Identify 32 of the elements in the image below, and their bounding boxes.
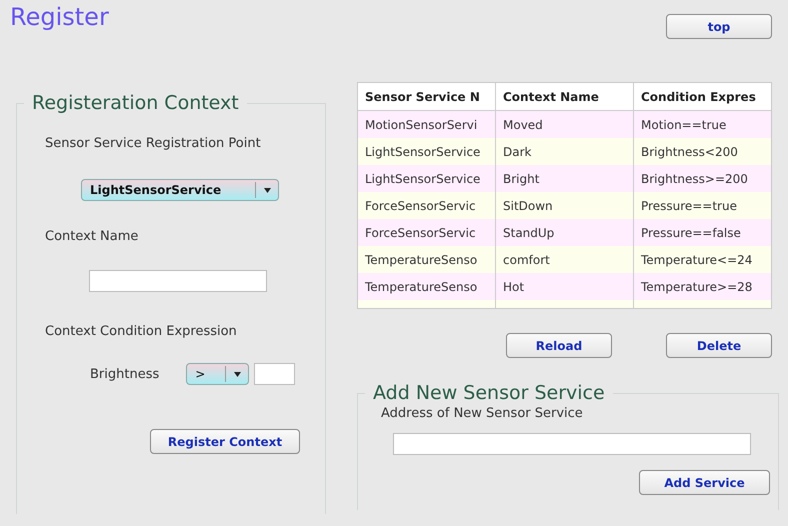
field-label: Brightness: [90, 366, 160, 382]
table-cell-text: Temperature<=24: [640, 252, 754, 268]
field-label: Context Name: [45, 229, 140, 244]
button[interactable]: Delete: [666, 333, 772, 358]
table-cell: Hot: [496, 273, 634, 300]
panel-title: Add New Sensor Service: [372, 382, 606, 404]
panel-title: Registeration Context: [31, 92, 240, 114]
address-field[interactable]: [393, 433, 751, 455]
column-header[interactable]: Context Name: [496, 83, 634, 110]
table-cell-text: Temperature>=28: [640, 278, 754, 296]
caret-icon: [264, 188, 270, 192]
field-label: Sensor Service Registration Point: [45, 136, 262, 151]
caret-icon: [234, 372, 241, 376]
table-cell-text: Motion==true: [640, 116, 728, 134]
button[interactable]: Register Context: [150, 429, 300, 454]
context-name-field[interactable]: [89, 270, 267, 292]
dropdown[interactable]: >: [186, 363, 250, 385]
table-cell-text: Pressure==false: [640, 224, 742, 242]
value-field[interactable]: [254, 363, 296, 385]
table-cell-text: Pressure==true: [640, 198, 738, 214]
table-cell-text: Brightness>=200: [640, 170, 749, 188]
column-header[interactable]: Condition Expres: [634, 83, 771, 110]
dropdown[interactable]: LightSensorService: [81, 179, 279, 201]
table-cell: TemperatureSenso: [358, 273, 496, 300]
column-header[interactable]: Sensor Service N: [358, 83, 496, 110]
button[interactable]: Reload: [506, 333, 612, 358]
button[interactable]: Add Service: [639, 470, 770, 495]
field-label: Address of New Sensor Service: [381, 406, 584, 421]
page-title: Register: [10, 3, 109, 31]
button[interactable]: top: [666, 14, 772, 39]
field-label: Context Condition Expression: [45, 324, 238, 339]
table-cell-text: Brightness<200: [640, 144, 739, 160]
